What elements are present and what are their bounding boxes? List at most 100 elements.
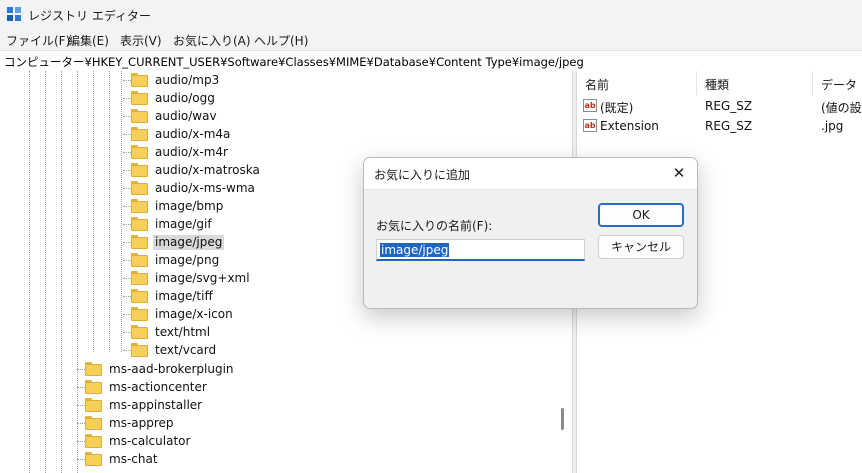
tree-item-label: audio/x-ms-wma: [155, 181, 255, 195]
folder-icon: [131, 271, 148, 285]
tree-branch-line: [77, 459, 85, 460]
tree-branch-line: [123, 296, 131, 297]
folder-icon: [131, 91, 148, 105]
folder-icon: [85, 452, 102, 466]
tree-item-label: ms-chat: [109, 452, 158, 466]
tree-branch-line: [77, 405, 85, 406]
tree-item-label: ms-appinstaller: [109, 398, 203, 412]
tree-guide-line: [61, 71, 62, 473]
ok-button[interactable]: OK: [598, 203, 684, 227]
folder-icon: [85, 416, 102, 430]
folder-icon: [131, 199, 148, 213]
tree-item-label: text/vcard: [155, 343, 217, 357]
tree-branch-line: [123, 134, 131, 135]
tree-item-label: image/x-icon: [155, 307, 233, 321]
folder-icon: [131, 163, 148, 177]
menu-view[interactable]: 表示(V): [120, 32, 162, 49]
value-name: (既定): [600, 101, 634, 115]
folder-icon: [85, 362, 102, 376]
string-value-ab-icon: ab: [583, 99, 597, 112]
column-header-name[interactable]: 名前: [577, 71, 697, 95]
column-header-data[interactable]: データ: [813, 71, 862, 95]
folder-icon: [131, 127, 148, 141]
folder-icon: [131, 181, 148, 195]
tree-item-label: image/jpeg: [153, 235, 225, 250]
value-type: REG_SZ: [705, 99, 753, 113]
tree-branch-line: [123, 278, 131, 279]
tree-guide-line: [29, 71, 30, 473]
tree-guide-line: [45, 71, 46, 473]
menu-favorites[interactable]: お気に入り(A): [173, 32, 251, 49]
tree-guide-line: [121, 71, 122, 352]
column-header-type[interactable]: 種類: [697, 71, 813, 95]
folder-icon: [131, 253, 148, 267]
folder-icon: [131, 145, 148, 159]
value-row[interactable]: ab (既定) REG_SZ (値の設: [577, 96, 862, 116]
folder-icon: [131, 325, 148, 339]
close-icon[interactable]: ✕: [667, 162, 691, 184]
tree-guide-line: [77, 71, 78, 473]
tree-item-label: audio/x-m4r: [155, 145, 228, 159]
tree-branch-line: [123, 314, 131, 315]
tree-branch-line: [123, 188, 131, 189]
value-name: Extension: [600, 119, 659, 133]
folder-icon: [85, 398, 102, 412]
tree-item-label: ms-calculator: [109, 434, 191, 448]
folder-icon: [131, 73, 148, 87]
menu-help[interactable]: ヘルプ(H): [254, 32, 308, 49]
folder-icon: [131, 217, 148, 231]
favorite-name-input[interactable]: image/jpeg: [376, 239, 585, 261]
tree-item-label: audio/x-m4a: [155, 127, 231, 141]
tree-item-label: text/html: [155, 325, 211, 339]
value-row[interactable]: ab Extension REG_SZ .jpg: [577, 116, 862, 136]
menu-file[interactable]: ファイル(F): [6, 32, 70, 49]
folder-icon: [85, 380, 102, 394]
cancel-button[interactable]: キャンセル: [598, 235, 684, 259]
tree-item-label: audio/ogg: [155, 91, 215, 105]
tree-item-label: audio/wav: [155, 109, 217, 123]
folder-icon: [131, 235, 148, 249]
value-type: REG_SZ: [705, 119, 753, 133]
dialog-title: お気に入りに追加: [374, 168, 471, 182]
title-bar: レジストリ エディター: [0, 0, 862, 28]
tree-branch-line: [123, 206, 131, 207]
tree-item-label: image/gif: [155, 217, 212, 231]
tree-guide-line: [109, 71, 110, 352]
tree-item-label: image/tiff: [155, 289, 213, 303]
tree-item-label: audio/mp3: [155, 73, 220, 87]
tree-branch-line: [123, 116, 131, 117]
tree-item-label: image/png: [155, 253, 220, 267]
window-title: レジストリ エディター: [28, 9, 151, 23]
tree-branch-line: [123, 170, 131, 171]
folder-icon: [131, 307, 148, 321]
tree-branch-line: [123, 80, 131, 81]
tree-branch-line: [123, 332, 131, 333]
tree-item-label: image/svg+xml: [155, 271, 250, 285]
favorite-name-value[interactable]: image/jpeg: [380, 243, 450, 257]
string-value-ab-icon: ab: [583, 119, 597, 132]
tree-branch-line: [77, 423, 85, 424]
tree-branch-line: [123, 98, 131, 99]
tree-branch-line: [77, 441, 85, 442]
folder-icon: [131, 109, 148, 123]
value-data: (値の設: [821, 101, 862, 115]
tree-branch-line: [77, 369, 85, 370]
tree-branch-line: [77, 387, 85, 388]
tree-item-label: image/bmp: [155, 199, 224, 213]
folder-icon: [85, 434, 102, 448]
tree-item-label: ms-actioncenter: [109, 380, 207, 394]
address-path[interactable]: コンピューター¥HKEY_CURRENT_USER¥Software¥Class…: [4, 54, 584, 70]
value-data: .jpg: [821, 119, 844, 133]
registry-editor-icon: [7, 7, 21, 21]
tree-branch-line: [123, 152, 131, 153]
folder-icon: [131, 289, 148, 303]
tree-item-label: ms-aad-brokerplugin: [109, 362, 234, 376]
tree-scrollbar-thumb[interactable]: [561, 408, 564, 430]
menu-edit[interactable]: 編集(E): [68, 32, 109, 49]
address-bar[interactable]: コンピューター¥HKEY_CURRENT_USER¥Software¥Class…: [0, 50, 862, 72]
tree-item-label: ms-apprep: [109, 416, 174, 430]
dialog-title-bar: お気に入りに追加 ✕: [364, 158, 697, 190]
tree-guide-line: [93, 71, 94, 352]
tree-branch-line: [123, 350, 131, 351]
tree-item-label: audio/x-matroska: [155, 163, 260, 177]
